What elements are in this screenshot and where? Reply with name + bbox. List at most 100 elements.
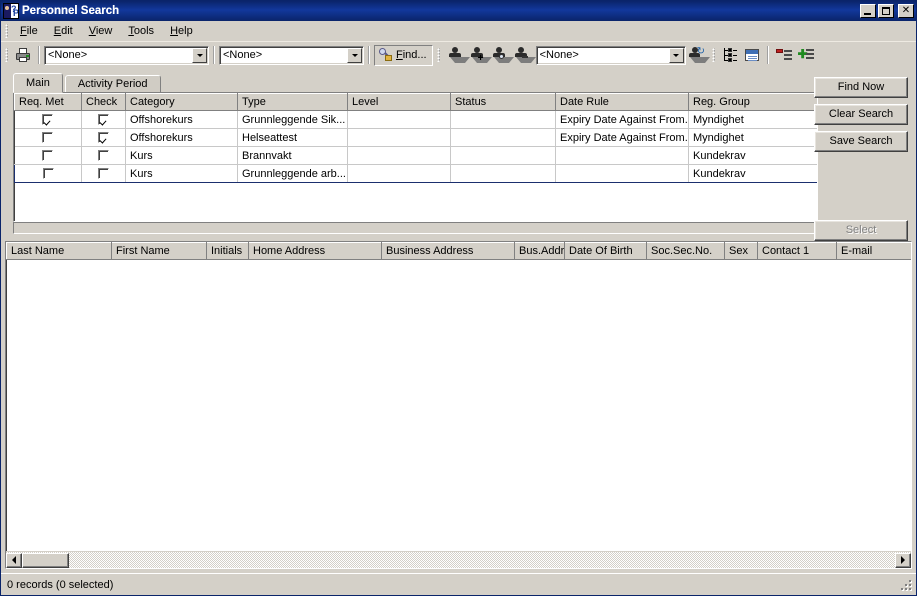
filter-combo-2[interactable]: <None> (219, 45, 364, 65)
cell-level[interactable] (347, 110, 451, 129)
cell-status[interactable] (450, 128, 556, 147)
maximize-button[interactable] (878, 4, 894, 18)
cell-date-rule[interactable] (555, 164, 689, 183)
column-header-contact-1[interactable]: Contact 1 (757, 242, 837, 260)
cell-req-met[interactable] (14, 110, 82, 129)
cell-category[interactable]: Kurs (125, 164, 238, 183)
scrollbar-thumb[interactable] (22, 552, 69, 568)
chevron-down-icon[interactable] (347, 47, 362, 63)
cell-check[interactable] (81, 128, 126, 147)
person-add-filter-button[interactable]: + (466, 44, 492, 66)
column-header-date-of-birth[interactable]: Date Of Birth (564, 242, 647, 260)
cell-status[interactable] (450, 164, 556, 183)
menu-grip[interactable] (5, 24, 8, 38)
filter-combo-3[interactable]: <None> (535, 45, 686, 65)
cell-date-rule[interactable]: Expiry Date Against From... (555, 128, 689, 147)
resize-grip-icon[interactable] (898, 577, 914, 593)
cell-req-met[interactable] (14, 128, 82, 147)
print-button[interactable] (12, 44, 34, 66)
cell-check[interactable] (81, 146, 126, 165)
req-met-checkbox[interactable] (42, 168, 54, 180)
cell-req-met[interactable] (14, 146, 82, 165)
tree-view-button[interactable] (719, 44, 741, 66)
filter-combo-1[interactable]: <None> (44, 45, 209, 65)
red-tag-list-button[interactable] (773, 44, 795, 66)
cell-type[interactable]: Helseattest (237, 128, 348, 147)
column-header-business-address[interactable]: Business Address (381, 242, 515, 260)
chevron-down-icon[interactable] (192, 47, 207, 63)
column-header-initials[interactable]: Initials (206, 242, 249, 260)
column-header-level[interactable]: Level (347, 93, 451, 111)
column-header-status[interactable]: Status (450, 93, 556, 111)
menu-file[interactable]: FFileile (12, 23, 46, 39)
cell-reg-group[interactable]: Myndighet (688, 128, 817, 147)
criteria-grid[interactable]: Req. Met Check Category Type Level Statu… (13, 92, 818, 222)
close-button[interactable]: ✕ (898, 4, 914, 18)
cell-category[interactable]: Offshorekurs (125, 128, 238, 147)
scrollbar-track[interactable] (69, 552, 895, 568)
form-view-button[interactable] (741, 44, 763, 66)
column-header-type[interactable]: Type (237, 93, 348, 111)
column-header-home-address[interactable]: Home Address (248, 242, 382, 260)
chevron-down-icon[interactable] (668, 47, 684, 63)
cell-type[interactable]: Brannvakt (237, 146, 348, 165)
check-checkbox[interactable] (98, 132, 109, 144)
column-header-date-rule[interactable]: Date Rule (555, 93, 689, 111)
check-checkbox[interactable] (98, 168, 109, 180)
cell-level[interactable] (347, 164, 451, 183)
table-row[interactable]: Kurs Brannvakt Kundekrav (14, 146, 817, 165)
toolbar-grip-1[interactable] (5, 48, 8, 62)
cell-check[interactable] (81, 164, 126, 183)
table-row[interactable]: Offshorekurs Helseattest Expiry Date Aga… (14, 128, 817, 147)
req-met-checkbox[interactable] (42, 132, 54, 144)
column-header-soc-sec-no[interactable]: Soc.Sec.No. (646, 242, 725, 260)
person-remove-filter-button[interactable] (510, 44, 536, 66)
column-header-last-name[interactable]: Last Name (6, 242, 112, 260)
green-plus-list-button[interactable]: ✚ (795, 44, 817, 66)
req-met-checkbox[interactable] (42, 150, 54, 162)
cell-date-rule[interactable] (555, 146, 689, 165)
cell-level[interactable] (347, 128, 451, 147)
column-header-sex[interactable]: Sex (724, 242, 758, 260)
table-row[interactable]: Kurs Grunnleggende arb... Kundekrav (14, 164, 817, 183)
minimize-button[interactable] (860, 4, 876, 18)
menu-edit[interactable]: Edit (46, 23, 81, 39)
results-panel[interactable]: Last Name First Name Initials Home Addre… (5, 241, 912, 569)
scroll-right-button[interactable] (895, 552, 911, 568)
cell-reg-group[interactable]: Myndighet (688, 110, 817, 129)
req-met-checkbox[interactable] (42, 114, 54, 126)
toolbar-grip-3[interactable] (711, 48, 715, 62)
menu-tools[interactable]: Tools (120, 23, 162, 39)
cell-date-rule[interactable]: Expiry Date Against From... (555, 110, 689, 129)
toolbar-grip-2[interactable] (436, 48, 440, 62)
cell-category[interactable]: Kurs (125, 146, 238, 165)
person-refresh-filter-button[interactable]: ↻ (686, 44, 710, 66)
column-header-req-met[interactable]: Req. Met (14, 93, 82, 111)
find-now-button[interactable]: Find Now (814, 77, 908, 98)
find-button[interactable]: Find... (374, 44, 433, 66)
cell-reg-group[interactable]: Kundekrav (688, 164, 817, 183)
cell-type[interactable]: Grunnleggende arb... (237, 164, 348, 183)
cell-level[interactable] (347, 146, 451, 165)
results-horizontal-scrollbar[interactable] (6, 551, 911, 568)
column-header-email[interactable]: E-mail (836, 242, 911, 260)
cell-type[interactable]: Grunnleggende Sik... (237, 110, 348, 129)
cell-category[interactable]: Offshorekurs (125, 110, 238, 129)
clear-search-button[interactable]: Clear Search (814, 104, 908, 125)
table-row[interactable]: Offshorekurs Grunnleggende Sik... Expiry… (14, 110, 817, 129)
cell-status[interactable] (450, 110, 556, 129)
cell-status[interactable] (450, 146, 556, 165)
person-find-filter-button[interactable] (488, 44, 514, 66)
tab-activity-period[interactable]: Activity Period (64, 75, 161, 93)
save-search-button[interactable]: Save Search (814, 131, 908, 152)
person-filter-button[interactable] (444, 44, 470, 66)
scroll-left-button[interactable] (6, 552, 22, 568)
cell-req-met[interactable] (14, 164, 82, 183)
column-header-check[interactable]: Check (81, 93, 126, 111)
check-checkbox[interactable] (98, 114, 109, 126)
column-header-bus-addr[interactable]: Bus.Addr. (514, 242, 565, 260)
cell-check[interactable] (81, 110, 126, 129)
column-header-first-name[interactable]: First Name (111, 242, 207, 260)
menu-help[interactable]: Help (162, 23, 201, 39)
menu-view[interactable]: View (81, 23, 121, 39)
